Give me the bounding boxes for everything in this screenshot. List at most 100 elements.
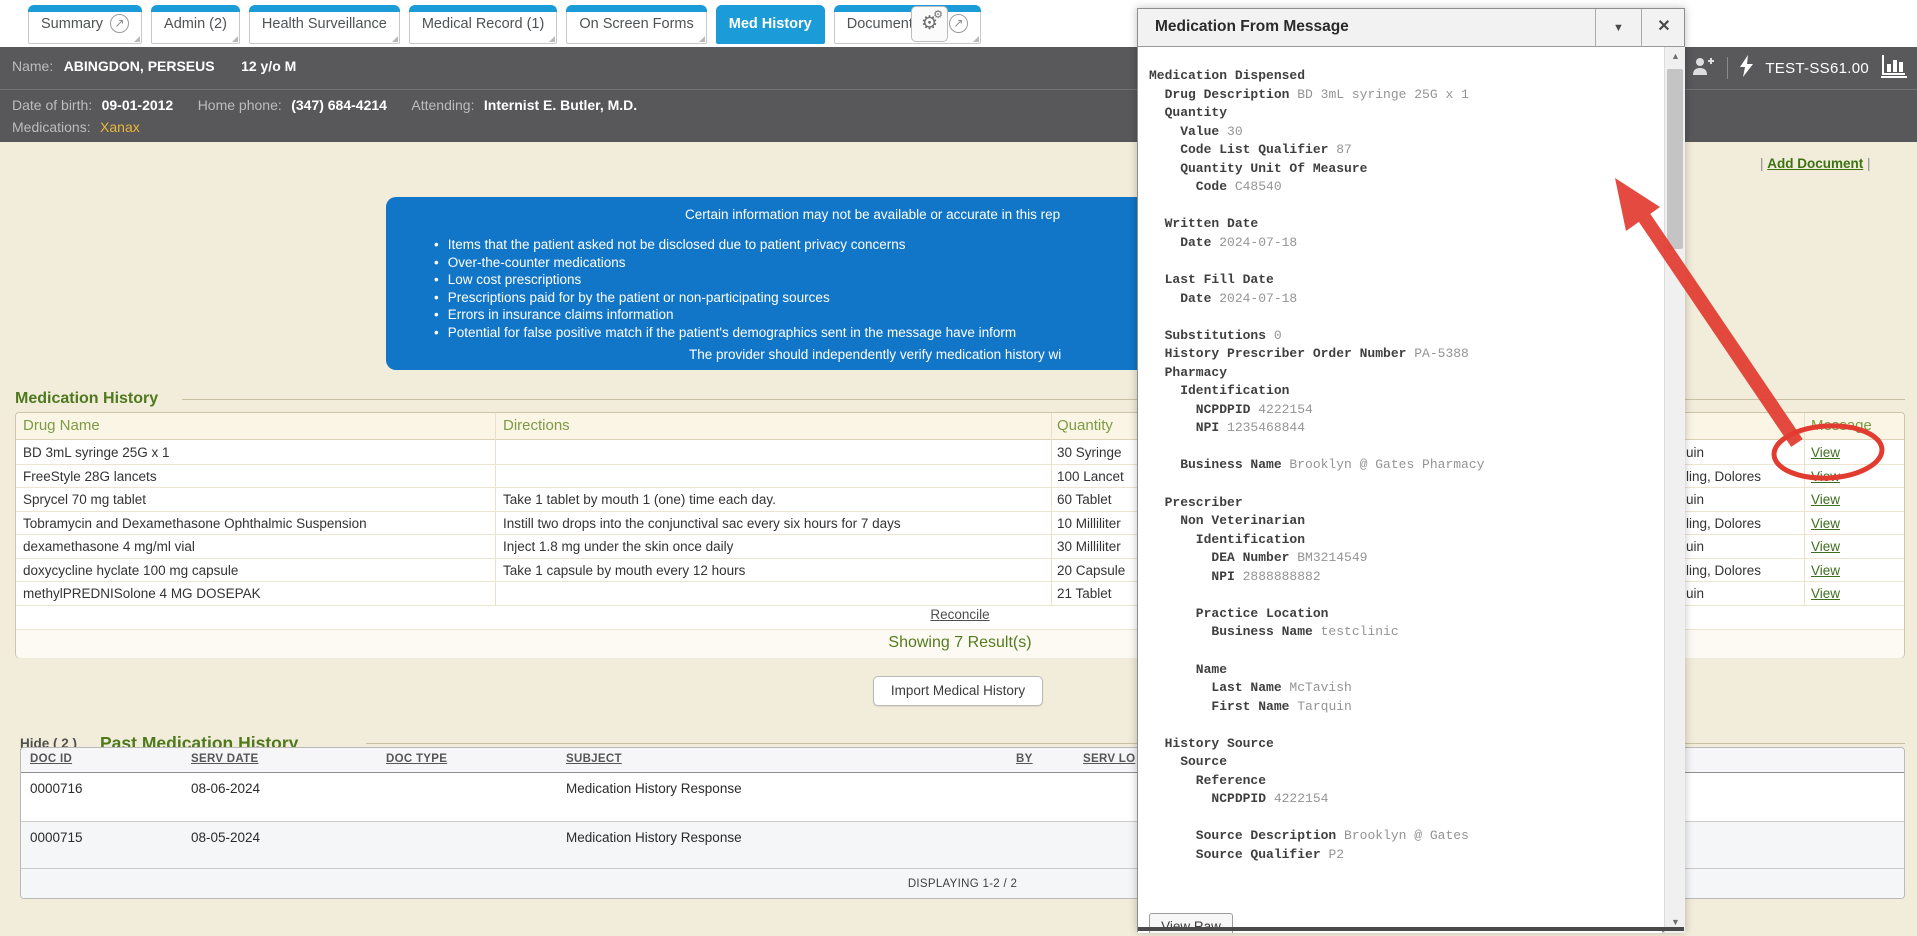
view-message-link[interactable]: View: [1811, 492, 1840, 507]
med-history-title: Medication History: [15, 390, 158, 408]
cell-by-fragment: uin: [1686, 539, 1704, 554]
message-line: [1149, 642, 1484, 661]
cell-serv-date: 08-06-2024: [191, 781, 260, 796]
cell-drug-name: dexamethasone 4 mg/ml vial: [23, 539, 195, 554]
tab-health-surveillance[interactable]: Health Surveillance: [249, 5, 400, 44]
tab-label: On Screen Forms: [579, 16, 693, 32]
import-medical-history-button[interactable]: Import Medical History: [873, 676, 1043, 706]
col-doc-type[interactable]: DOC TYPE: [386, 753, 447, 765]
field-label: Value: [1149, 124, 1219, 139]
message-line: Code List Qualifier 87: [1149, 141, 1484, 160]
view-message-link[interactable]: View: [1811, 516, 1840, 531]
message-line: Last Name McTavish: [1149, 679, 1484, 698]
settings-gear-button[interactable]: ⚙ ⚙: [911, 6, 948, 42]
modal-scrollbar[interactable]: ▲ ▼: [1664, 47, 1685, 933]
field-label: Quantity Unit Of Measure: [1149, 161, 1367, 176]
message-line: NPI 1235468844: [1149, 419, 1484, 438]
message-line: [1149, 475, 1484, 494]
medication-from-message-modal: Medication From Message ▼ ✕ Medication D…: [1137, 8, 1685, 932]
cell-quantity: 30 Syringe: [1057, 445, 1122, 460]
message-line: History Prescriber Order Number PA-5388: [1149, 345, 1484, 364]
field-label: Quantity: [1149, 105, 1227, 120]
cell-subject: Medication History Response: [566, 830, 742, 845]
message-line: Substitutions 0: [1149, 327, 1484, 346]
chevron-down-icon: ▼: [1613, 22, 1624, 34]
scroll-up-icon[interactable]: ▲: [1665, 47, 1686, 65]
field-label: Pharmacy: [1149, 365, 1227, 380]
field-value: 2024-07-18: [1211, 291, 1297, 306]
field-label: Medication Dispensed: [1149, 68, 1305, 83]
view-message-link[interactable]: View: [1811, 586, 1840, 601]
field-label: Source Description: [1149, 828, 1336, 843]
tab-med-history[interactable]: Med History: [716, 5, 825, 44]
field-label: Drug Description: [1149, 87, 1289, 102]
attending-value: Internist E. Butler, M.D.: [484, 97, 637, 113]
message-line: First Name Tarquin: [1149, 698, 1484, 717]
scrollbar-thumb[interactable]: [1667, 69, 1683, 249]
col-message: Message: [1811, 417, 1872, 434]
col-by[interactable]: BY: [1016, 753, 1033, 765]
col-doc-id[interactable]: DOC ID: [30, 753, 72, 765]
gear-small-icon: ⚙: [933, 8, 943, 21]
view-message-link[interactable]: View: [1811, 563, 1840, 578]
dob-label: Date of birth:: [12, 97, 92, 113]
message-line: Non Veterinarian: [1149, 512, 1484, 531]
add-document-link[interactable]: Add Document: [1767, 156, 1863, 171]
tab-label: Admin (2): [164, 16, 227, 32]
tab-admin-2[interactable]: Admin (2): [151, 5, 240, 44]
add-user-icon[interactable]: [1691, 56, 1715, 81]
cell-directions: Instill two drops into the conjunctival …: [503, 516, 901, 531]
modal-collapse-button[interactable]: ▼: [1595, 9, 1641, 47]
message-line: Quantity: [1149, 104, 1484, 123]
field-value: BM3214549: [1289, 550, 1367, 565]
message-line: Code C48540: [1149, 178, 1484, 197]
field-value: Brooklyn @ Gates Pharmacy: [1282, 457, 1485, 472]
view-message-link[interactable]: View: [1811, 539, 1840, 554]
message-line: Value 30: [1149, 123, 1484, 142]
modal-header[interactable]: Medication From Message ▼ ✕: [1138, 9, 1684, 47]
field-label: History Source: [1149, 736, 1274, 751]
tab-label: Med History: [729, 16, 812, 32]
message-line: NCPDPID 4222154: [1149, 790, 1484, 809]
col-subject[interactable]: SUBJECT: [566, 753, 622, 765]
field-value: McTavish: [1282, 680, 1352, 695]
field-label: Prescriber: [1149, 495, 1243, 510]
view-message-link[interactable]: View: [1811, 445, 1840, 460]
cell-by-fragment: uin: [1686, 445, 1704, 460]
modal-close-button[interactable]: ✕: [1641, 9, 1686, 47]
popout-icon[interactable]: ↗: [949, 14, 968, 33]
col-serv-lo[interactable]: SERV LO: [1083, 753, 1135, 765]
field-label: Business Name: [1149, 457, 1282, 472]
col-directions: Directions: [503, 417, 570, 434]
notice-bullet: Errors in insurance claims information: [434, 307, 1016, 322]
tab-medical-record-1[interactable]: Medical Record (1): [409, 5, 558, 44]
cell-drug-name: Tobramycin and Dexamethasone Ophthalmic …: [23, 516, 367, 531]
popout-icon[interactable]: ↗: [110, 14, 129, 33]
tab-documents-4[interactable]: Documents (4)↗: [834, 5, 981, 44]
reconcile-link[interactable]: Reconcile: [930, 607, 989, 622]
tab-summary[interactable]: Summary↗: [28, 5, 142, 44]
cell-drug-name: BD 3mL syringe 25G x 1: [23, 445, 170, 460]
tab-on-screen-forms[interactable]: On Screen Forms: [566, 5, 706, 44]
chart-icon[interactable]: [1881, 54, 1907, 83]
col-serv-date[interactable]: SERV DATE: [191, 753, 258, 765]
notice-bullet: Prescriptions paid for by the patient or…: [434, 290, 1016, 305]
notice-bullet: Items that the patient asked not be disc…: [434, 237, 1016, 252]
message-line: Date 2024-07-18: [1149, 234, 1484, 253]
add-document-row: | Add Document |: [1760, 156, 1871, 171]
message-line: [1149, 716, 1484, 735]
message-line: Practice Location: [1149, 605, 1484, 624]
message-line: History Source: [1149, 735, 1484, 754]
field-value: 2024-07-18: [1211, 235, 1297, 250]
field-label: Source Qualifier: [1149, 847, 1321, 862]
message-line: Pharmacy: [1149, 364, 1484, 383]
view-message-link[interactable]: View: [1811, 469, 1840, 484]
cell-drug-name: methylPREDNISolone 4 MG DOSEPAK: [23, 586, 261, 601]
message-line: DEA Number BM3214549: [1149, 549, 1484, 568]
cell-doc-id: 0000715: [30, 830, 83, 845]
lightning-icon[interactable]: [1740, 55, 1753, 82]
cell-by-fragment: ling, Dolores: [1686, 516, 1761, 531]
message-line: Quantity Unit Of Measure: [1149, 160, 1484, 179]
cell-by-fragment: uin: [1686, 586, 1704, 601]
message-line: Business Name testclinic: [1149, 623, 1484, 642]
